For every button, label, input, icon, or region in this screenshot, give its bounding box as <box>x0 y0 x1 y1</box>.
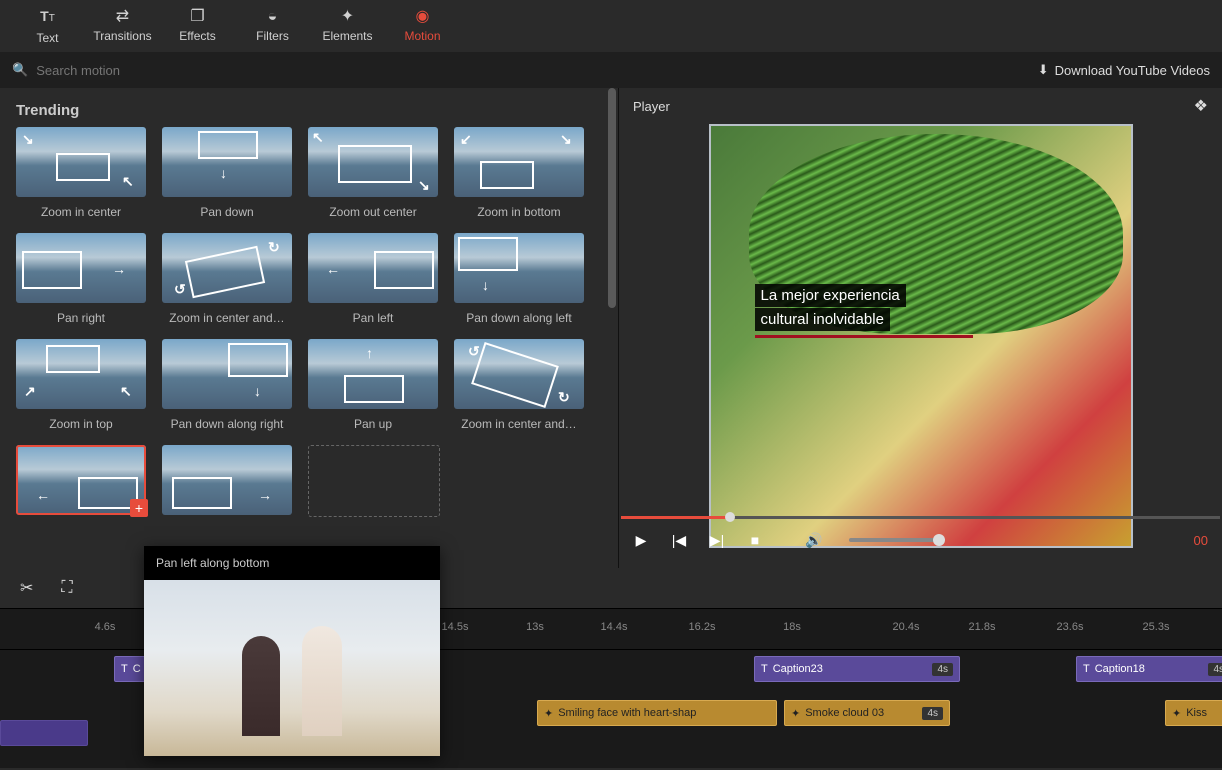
prev-button[interactable]: |◀ <box>671 532 687 548</box>
motion-preview-tooltip: Pan left along bottom <box>144 546 440 756</box>
tab-elements[interactable]: ✦ Elements <box>310 3 385 49</box>
elements-icon: ✦ <box>310 9 385 25</box>
motion-item[interactable]: ↑Pan up <box>308 339 438 431</box>
seek-bar[interactable] <box>621 512 1220 522</box>
motion-item-label: Zoom in top <box>16 417 146 431</box>
volume-knob[interactable] <box>933 534 945 546</box>
sticker-clip-icon: ✦ <box>544 707 553 720</box>
motion-item-label: Zoom in center and… <box>162 311 292 325</box>
motion-icon: ◉ <box>385 9 460 25</box>
search-icon: 🔍 <box>12 62 28 78</box>
download-icon: ⬇ <box>1038 62 1049 78</box>
text-clip-icon: T <box>121 663 128 675</box>
video-preview[interactable]: La mejor experiencia cultural inolvidabl… <box>709 124 1133 548</box>
play-button[interactable]: ▶ <box>633 532 649 548</box>
preview-caption: La mejor experiencia cultural inolvidabl… <box>755 284 973 338</box>
add-motion-button[interactable]: + <box>130 499 148 517</box>
cut-button[interactable]: ✂ <box>20 578 33 598</box>
motion-item-label: Pan left <box>308 311 438 325</box>
ruler-tick: 18s <box>783 621 801 633</box>
download-youtube-link[interactable]: ⬇ Download YouTube Videos <box>1038 62 1210 78</box>
timeline-clip-text[interactable]: TCaption184s <box>1076 656 1222 682</box>
ruler-tick: 25.3s <box>1143 621 1170 633</box>
motion-item-label: Pan down <box>162 205 292 219</box>
motion-library: Trending ↘↖Zoom in center↓Pan down↖↘Zoom… <box>0 88 618 568</box>
motion-item[interactable]: ↗↖Zoom in top <box>16 339 146 431</box>
ruler-tick: 23.6s <box>1057 621 1084 633</box>
motion-item[interactable]: → <box>162 445 292 525</box>
seek-knob[interactable] <box>725 512 735 522</box>
timeline-clip-sticker[interactable]: ✦Smiling face with heart-shap <box>537 700 777 726</box>
scrollbar-thumb[interactable] <box>608 88 616 308</box>
search-input[interactable] <box>34 62 238 79</box>
crop-button[interactable]: ⛶ <box>61 579 72 597</box>
ruler-tick: 14.5s <box>442 621 469 633</box>
transitions-icon: ⇄ <box>85 9 160 25</box>
motion-item-label: Zoom in center <box>16 205 146 219</box>
motion-item-label: Zoom in center and… <box>454 417 584 431</box>
ruler-tick: 20.4s <box>893 621 920 633</box>
ruler-tick: 14.4s <box>601 621 628 633</box>
text-clip-icon: T <box>761 663 768 675</box>
tooltip-preview <box>144 580 440 756</box>
ruler-tick: 13s <box>526 621 544 633</box>
motion-item[interactable]: →Pan right <box>16 233 146 325</box>
text-icon: TT <box>10 8 85 27</box>
motion-item[interactable]: ↓Pan down along left <box>454 233 584 325</box>
player-title: Player <box>633 99 670 114</box>
tab-filters[interactable]: ◒ Filters <box>235 3 310 49</box>
duration-badge: 4s <box>932 663 953 676</box>
section-header: Trending <box>0 88 618 127</box>
sticker-clip-icon: ✦ <box>791 707 800 720</box>
motion-item[interactable]: ↓Pan down <box>162 127 292 219</box>
motion-item[interactable]: ↻↺Zoom in center and… <box>162 233 292 325</box>
timeline-clip-media[interactable] <box>0 720 88 746</box>
timeline-clip-sticker[interactable]: ✦Smoke cloud 034s <box>784 700 950 726</box>
motion-item-label: Pan right <box>16 311 146 325</box>
stop-button[interactable]: ■ <box>747 532 763 548</box>
sticker-clip-icon: ✦ <box>1172 707 1181 720</box>
motion-item[interactable]: ↙↘Zoom in bottom <box>454 127 584 219</box>
duration-badge: 4s <box>1208 663 1222 676</box>
tab-text[interactable]: TT Text <box>10 2 85 51</box>
text-clip-icon: T <box>1083 663 1090 675</box>
filters-icon: ◒ <box>235 9 310 25</box>
player-panel: Player ❖ La mejor experiencia cultural i… <box>618 88 1222 568</box>
time-display: 00 <box>1194 533 1208 548</box>
next-button[interactable]: ▶| <box>709 532 725 548</box>
motion-item-label: Pan down along right <box>162 417 292 431</box>
effects-icon: ❐ <box>160 9 235 25</box>
motion-item-label: Pan up <box>308 417 438 431</box>
timeline-clip-sticker[interactable]: ✦Kiss <box>1165 700 1222 726</box>
motion-item[interactable]: ↘↖Zoom in center <box>16 127 146 219</box>
motion-item-label: Pan down along left <box>454 311 584 325</box>
scrollbar[interactable] <box>608 88 616 568</box>
layers-icon[interactable]: ❖ <box>1194 96 1208 116</box>
motion-item[interactable] <box>308 445 438 525</box>
timeline-clip-text[interactable]: TCaption234s <box>754 656 960 682</box>
motion-item[interactable]: ↖↘Zoom out center <box>308 127 438 219</box>
volume-icon[interactable]: 🔊 <box>805 532 821 548</box>
motion-item[interactable]: ←Pan left <box>308 233 438 325</box>
tab-effects[interactable]: ❐ Effects <box>160 3 235 49</box>
motion-item[interactable]: ↺↻Zoom in center and… <box>454 339 584 431</box>
ruler-tick: 21.8s <box>969 621 996 633</box>
duration-badge: 4s <box>922 707 943 720</box>
motion-item-label: Zoom out center <box>308 205 438 219</box>
volume-slider[interactable] <box>849 538 945 542</box>
motion-item[interactable]: ←+ <box>16 445 146 525</box>
tab-transitions[interactable]: ⇄ Transitions <box>85 3 160 49</box>
ruler-tick: 4.6s <box>95 621 116 633</box>
motion-item-label: Zoom in bottom <box>454 205 584 219</box>
tab-motion[interactable]: ◉ Motion <box>385 3 460 49</box>
motion-item[interactable]: ↓Pan down along right <box>162 339 292 431</box>
ruler-tick: 16.2s <box>689 621 716 633</box>
